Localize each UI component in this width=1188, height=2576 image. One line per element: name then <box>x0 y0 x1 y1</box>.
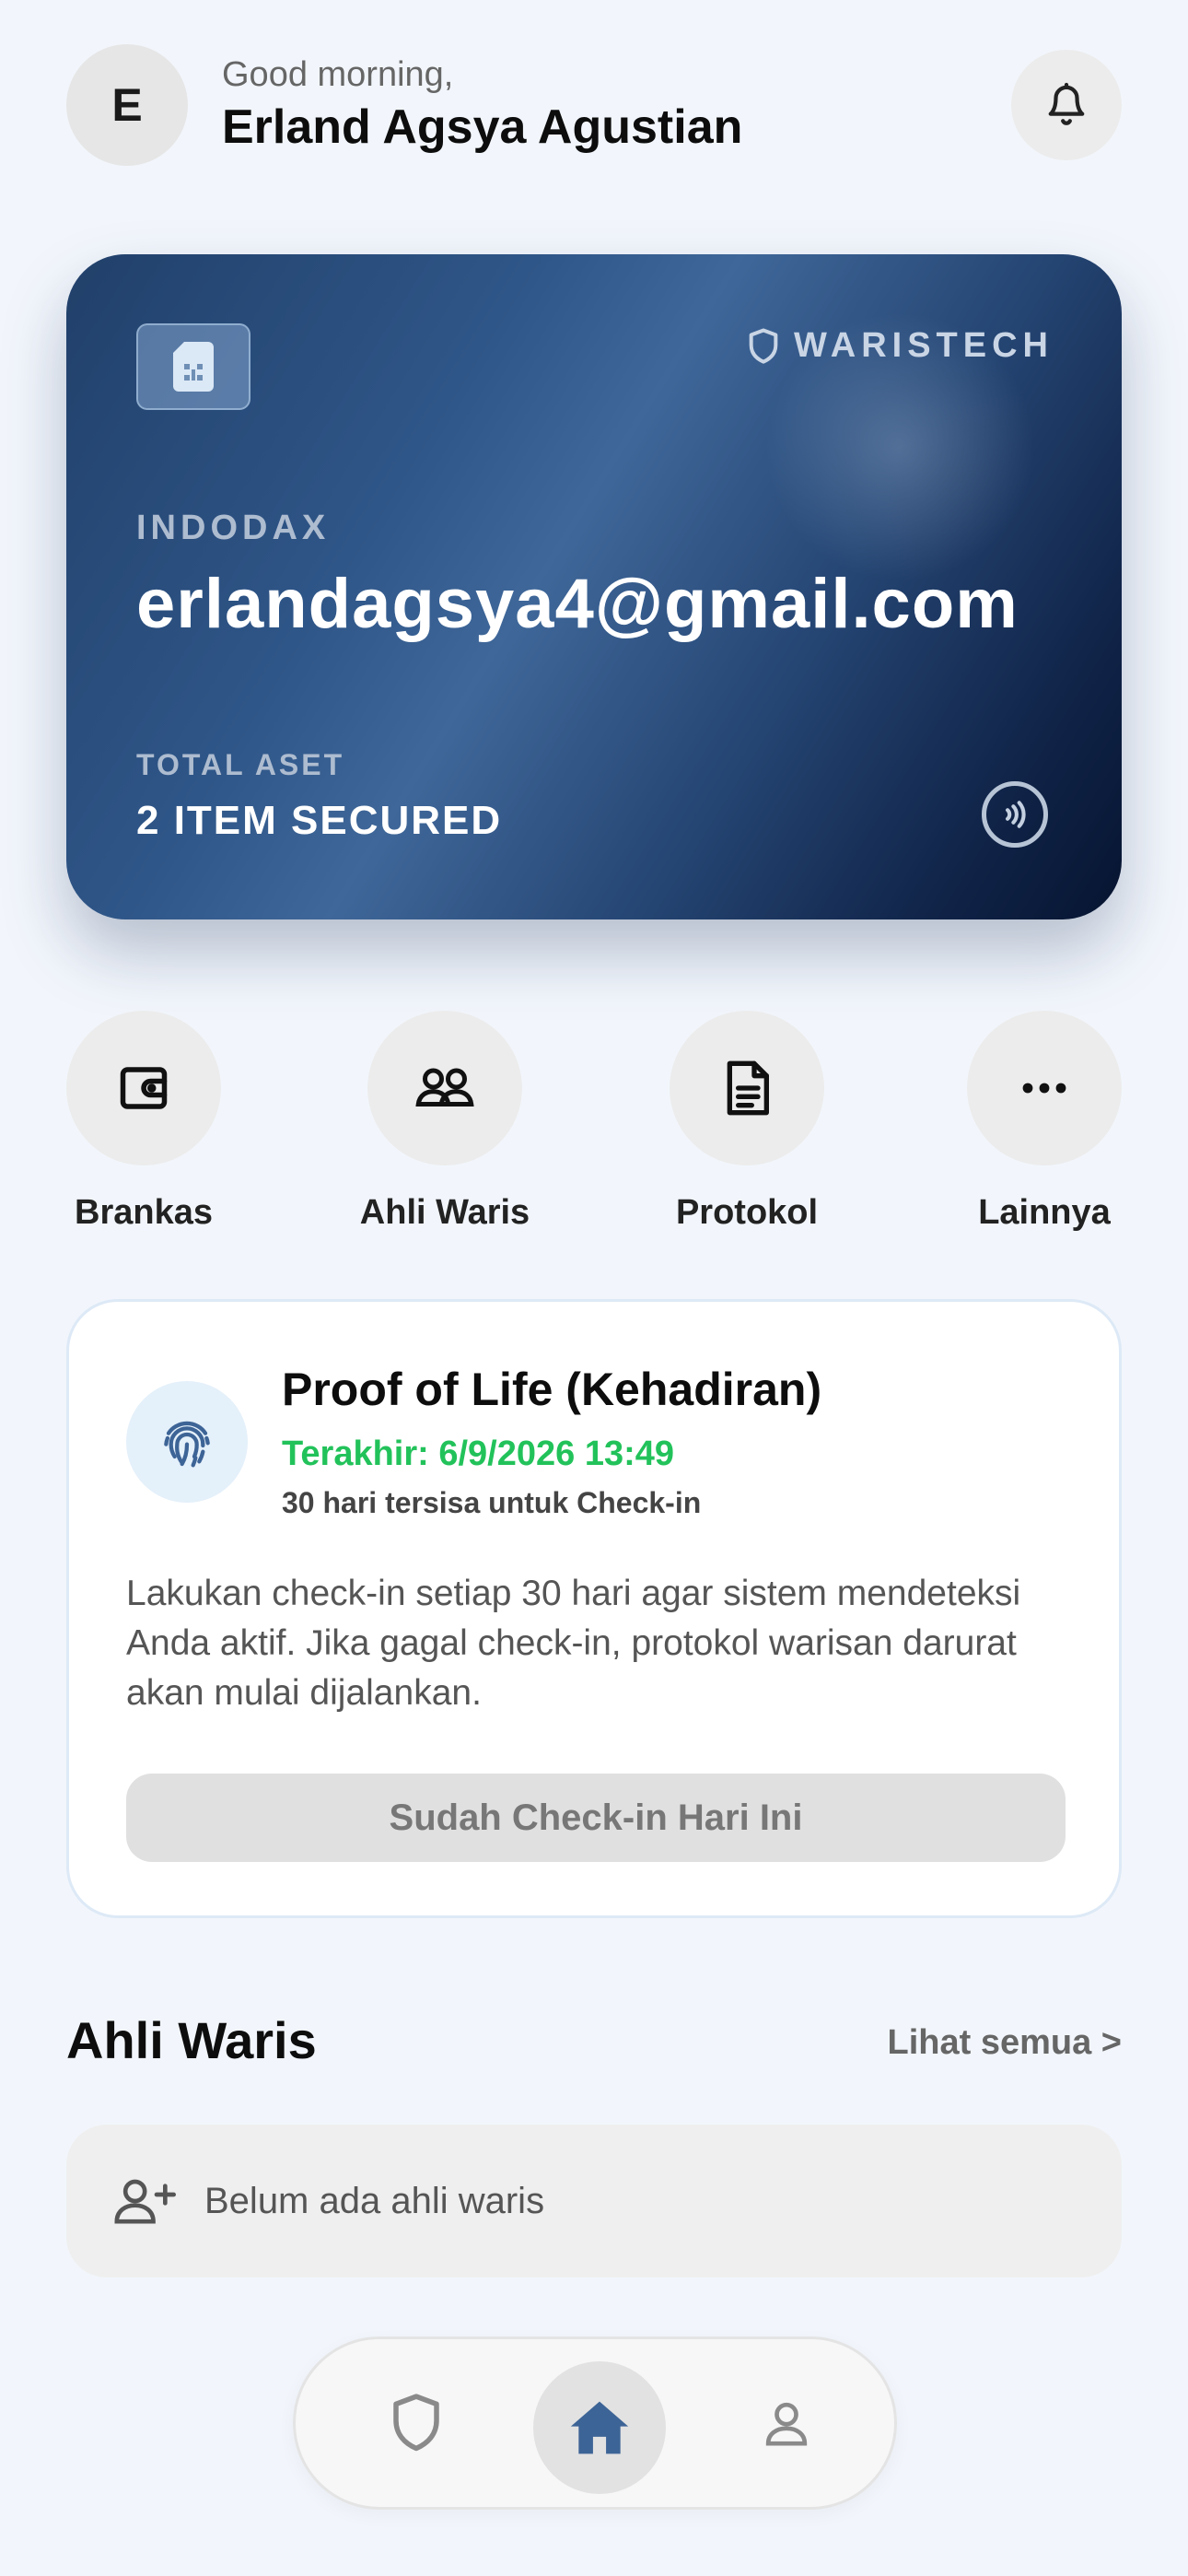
action-protokol[interactable]: Protokol <box>646 1011 848 1233</box>
shield-icon <box>749 328 778 364</box>
asset-value: 2 ITEM SECURED <box>136 798 503 843</box>
checkin-button[interactable]: Sudah Check-in Hari Ini <box>126 1774 1066 1862</box>
home-icon <box>570 2401 629 2454</box>
action-label: Brankas <box>75 1193 213 1232</box>
see-all-link[interactable]: Lihat semua > <box>888 2023 1122 2063</box>
action-label: Protokol <box>675 1193 819 1232</box>
action-ahli-waris[interactable]: Ahli Waris <box>344 1011 546 1233</box>
action-brankas-circle[interactable] <box>66 1011 221 1165</box>
action-label: Lainnya <box>978 1193 1111 1232</box>
asset-label: TOTAL ASET <box>136 748 345 781</box>
action-brankas[interactable]: Brankas <box>42 1011 245 1233</box>
wallet-icon <box>120 1067 168 1109</box>
fingerprint-badge <box>126 1381 248 1503</box>
fingerprint-icon <box>164 1421 210 1468</box>
action-lainnya-circle[interactable] <box>967 1011 1122 1165</box>
users-icon <box>415 1068 474 1107</box>
profile-icon <box>765 2402 808 2446</box>
brand-logo: WARISTECH <box>748 326 1054 366</box>
more-icon <box>1022 1083 1066 1094</box>
proof-of-life-description: Lakukan check-in setiap 30 hari agar sis… <box>126 1574 1021 1713</box>
action-lainnya[interactable]: Lainnya <box>943 1011 1146 1233</box>
sim-chip <box>136 323 250 410</box>
nav-vault[interactable] <box>347 2339 485 2507</box>
days-remaining: 30 hari tersisa untuk Check-in <box>282 1486 702 1519</box>
avatar[interactable]: E <box>66 44 188 166</box>
action-protokol-circle[interactable] <box>670 1011 824 1165</box>
heirs-section-title: Ahli Waris <box>66 2011 317 2069</box>
user-plus-icon <box>114 2179 177 2224</box>
user-name: Erland Agsya Agustian <box>222 100 743 154</box>
sim-chip-icon <box>173 342 214 392</box>
action-ahli-waris-circle[interactable] <box>367 1011 522 1165</box>
contactless-icon <box>1006 801 1026 828</box>
asset-card[interactable]: WARISTECH INDODAX erlandagsya4@gmail.com… <box>66 254 1122 919</box>
notification-button[interactable] <box>1011 50 1122 160</box>
action-label: Ahli Waris <box>359 1193 530 1232</box>
brand-name: WARISTECH <box>794 326 1054 365</box>
bottom-nav <box>293 2336 897 2510</box>
contactless-badge <box>982 781 1048 848</box>
nav-profile[interactable] <box>717 2339 856 2507</box>
platform-name: INDODAX <box>136 509 331 547</box>
heirs-empty-text: Belum ada ahli waris <box>204 2180 545 2221</box>
greeting-text: Good morning, <box>222 55 454 94</box>
nav-home[interactable] <box>533 2361 666 2494</box>
document-icon <box>727 1060 769 1116</box>
shield-icon <box>393 2394 439 2452</box>
proof-of-life-card: Proof of Life (Kehadiran) Terakhir: 6/9/… <box>66 1299 1122 1918</box>
last-checkin: Terakhir: 6/9/2026 13:49 <box>282 1434 675 1473</box>
header: E Good morning, Erland Agsya Agustian <box>66 44 1122 168</box>
bell-icon <box>1048 82 1085 125</box>
account-email: erlandagsya4@gmail.com <box>136 565 1019 643</box>
quick-actions: Brankas Ahli Waris Protokol Lainnya <box>66 1011 1122 1241</box>
proof-of-life-title: Proof of Life (Kehadiran) <box>282 1364 822 1415</box>
heirs-empty-state[interactable]: Belum ada ahli waris <box>66 2125 1122 2277</box>
